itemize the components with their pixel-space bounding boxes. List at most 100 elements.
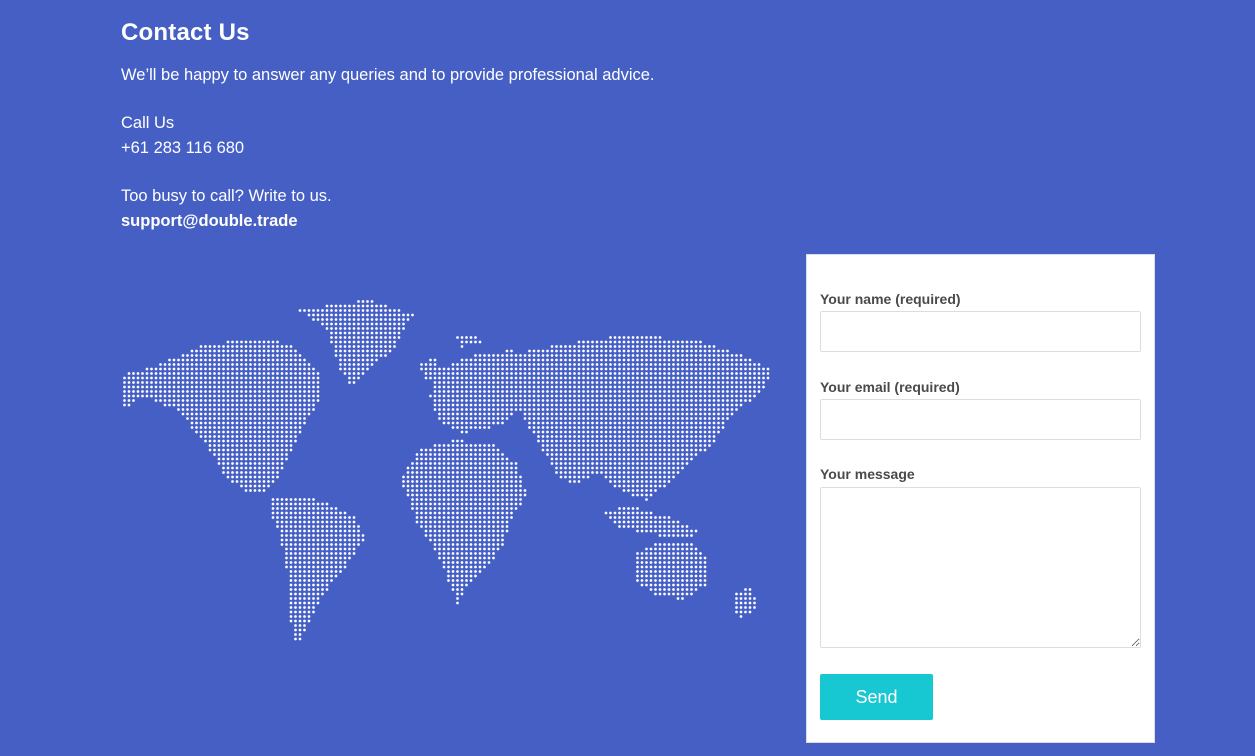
map-dot [595,358,599,362]
map-dot [217,358,221,362]
map-dot [280,516,284,519]
map-dot [271,421,275,425]
message-field[interactable] [820,487,1141,648]
map-dot [433,399,437,402]
map-dot [334,331,338,335]
map-dot [231,412,234,416]
map-dot [438,511,441,515]
map-dot [645,417,648,420]
map-dot [568,399,572,402]
map-dot [645,552,648,555]
map-dot [627,426,630,429]
map-dot [672,462,675,465]
map-dot [622,421,626,425]
map-dot [627,354,630,357]
map-dot [663,444,666,447]
email-field[interactable] [820,399,1141,440]
map-dot [663,439,666,443]
map-dot [316,543,320,546]
map-dot [456,448,459,452]
map-dot [348,322,351,326]
map-dot [231,345,234,348]
map-dot [631,417,635,420]
map-dot [609,376,612,380]
map-dot [289,448,293,452]
map-dot [586,448,590,452]
map-dot [609,453,612,456]
map-dot [132,385,135,389]
map-dot [303,615,306,618]
map-dot [505,381,509,384]
map-dot [573,381,576,384]
map-dot [316,502,320,506]
map-dot [618,457,621,461]
map-dot [240,426,243,429]
map-dot [663,529,666,533]
map-dot [568,385,572,389]
map-dot [240,417,243,420]
map-dot [604,390,608,393]
map-dot [424,480,428,483]
map-dot [231,385,234,389]
map-dot [321,565,324,569]
map-dot [523,372,527,375]
map-dot [555,363,558,366]
map-dot [433,390,437,393]
map-dot [276,516,279,519]
map-dot [582,408,585,411]
map-dot [676,547,680,551]
map-dot [582,466,585,470]
map-dot [636,448,639,452]
map-dot [712,408,716,411]
map-dot [451,543,455,546]
map-dot [352,345,356,348]
map-dot [496,502,500,506]
name-field[interactable] [820,311,1141,352]
map-dot [469,525,473,528]
map-dot [510,466,513,470]
map-dot [294,606,297,609]
map-dot [397,331,401,335]
map-dot [694,552,698,555]
map-dot [469,552,473,555]
map-dot [640,453,644,456]
map-dot [663,543,666,546]
send-button[interactable]: Send [820,674,933,720]
map-dot [595,462,599,465]
map-dot [609,435,612,438]
map-dot [343,543,347,546]
map-dot [564,372,567,375]
map-dot [474,570,477,573]
map-dot [402,475,405,479]
map-dot [321,529,324,533]
map-dot [649,448,653,452]
map-dot [685,417,689,420]
map-dot [456,574,459,578]
map-dot [487,367,491,371]
map-dot [249,484,252,488]
map-dot [267,354,270,357]
map-dot [231,408,234,411]
map-dot [487,466,491,470]
map-dot [595,466,599,470]
map-dot [519,358,522,362]
map-dot [550,349,554,353]
map-dot [465,453,468,456]
world-map-icon [118,295,783,655]
map-dot [177,385,180,389]
map-dot [294,538,297,542]
map-dot [271,394,275,398]
map-dot [564,466,567,470]
map-dot [541,439,545,443]
map-dot [235,394,239,398]
support-email-link[interactable]: support@double.trade [121,209,298,234]
map-dot [361,358,365,362]
map-dot [226,340,230,344]
map-dot [640,403,644,407]
map-dot [244,345,248,348]
map-dot [127,385,131,389]
map-dot [478,511,482,515]
map-dot [568,403,572,407]
map-dot [694,390,698,393]
map-dot [636,484,639,488]
